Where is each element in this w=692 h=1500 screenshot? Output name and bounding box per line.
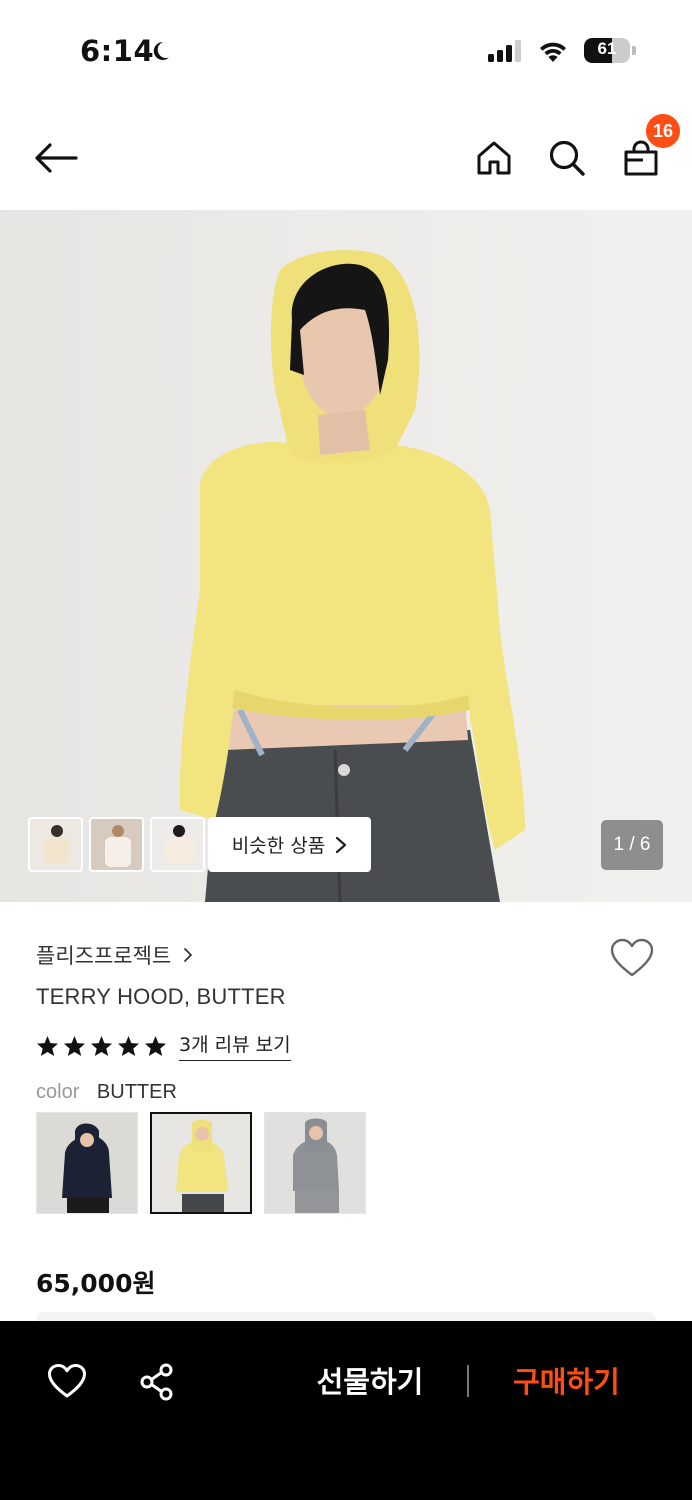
color-swatch-grey[interactable] [264,1112,366,1214]
wifi-icon [540,42,566,62]
button-divider [467,1365,469,1397]
rating-row: 3개 리뷰 보기 [36,1030,291,1061]
home-button[interactable] [470,134,518,182]
search-button[interactable] [543,134,591,182]
color-swatch-butter[interactable] [150,1112,252,1214]
product-image-gallery[interactable]: 비슷한 상품 1 / 6 [0,210,692,902]
color-label: color [36,1081,80,1103]
top-nav: 16 [0,104,692,210]
product-price: 65,000원 [36,1269,156,1298]
back-arrow-icon [35,143,78,173]
status-icons: 61 [488,38,636,63]
star-icon [63,1035,86,1056]
product-name: TERRY HOOD, BUTTER [36,984,286,1009]
gallery-page-indicator: 1 / 6 [601,820,663,870]
gift-button[interactable]: 선물하기 [300,1359,440,1401]
heart-outline-icon [610,938,654,977]
star-icon [117,1035,140,1056]
gallery-thumbnails [28,817,205,872]
back-button[interactable] [32,134,80,182]
similar-products-label: 비슷한 상품 [231,835,326,857]
star-icon [90,1035,113,1056]
moon-icon [153,41,169,60]
star-icon [144,1035,167,1056]
color-swatches [36,1112,366,1214]
gallery-thumbnail[interactable] [150,817,205,872]
selected-color: BUTTER [96,1081,177,1103]
bottom-wishlist-button[interactable] [47,1363,87,1403]
cart-count-badge: 16 [644,112,682,150]
brand-link[interactable]: 플리즈프로젝트 [36,940,193,970]
gallery-thumbnail[interactable] [89,817,144,872]
gallery-thumbnail[interactable] [28,817,83,872]
bottom-action-bar: 선물하기 구매하기 [0,1321,692,1500]
brand-name: 플리즈프로젝트 [36,944,172,968]
color-selector-label: color BUTTER [36,1081,177,1104]
status-time: 6:14 [80,34,155,68]
battery-level: 61 [597,39,617,58]
reviews-link[interactable]: 3개 리뷰 보기 [179,1030,291,1061]
share-icon [140,1363,173,1401]
star-icon [36,1035,59,1056]
signal-icon [488,39,521,62]
color-swatch-navy[interactable] [36,1112,138,1214]
similar-products-button[interactable]: 비슷한 상품 [208,817,371,872]
battery-icon: 61 [584,38,630,63]
buy-button[interactable]: 구매하기 [494,1359,639,1401]
search-icon [549,140,585,176]
share-button[interactable] [139,1363,175,1405]
wishlist-button[interactable] [610,938,654,982]
status-bar: 6:14 61 [0,0,692,104]
chevron-right-icon [336,836,347,853]
cart-button[interactable]: 16 [617,112,682,182]
home-icon [477,141,511,175]
product-photo [179,250,526,902]
chevron-right-icon [184,948,193,962]
battery-nub [632,46,636,55]
heart-icon [48,1364,86,1398]
